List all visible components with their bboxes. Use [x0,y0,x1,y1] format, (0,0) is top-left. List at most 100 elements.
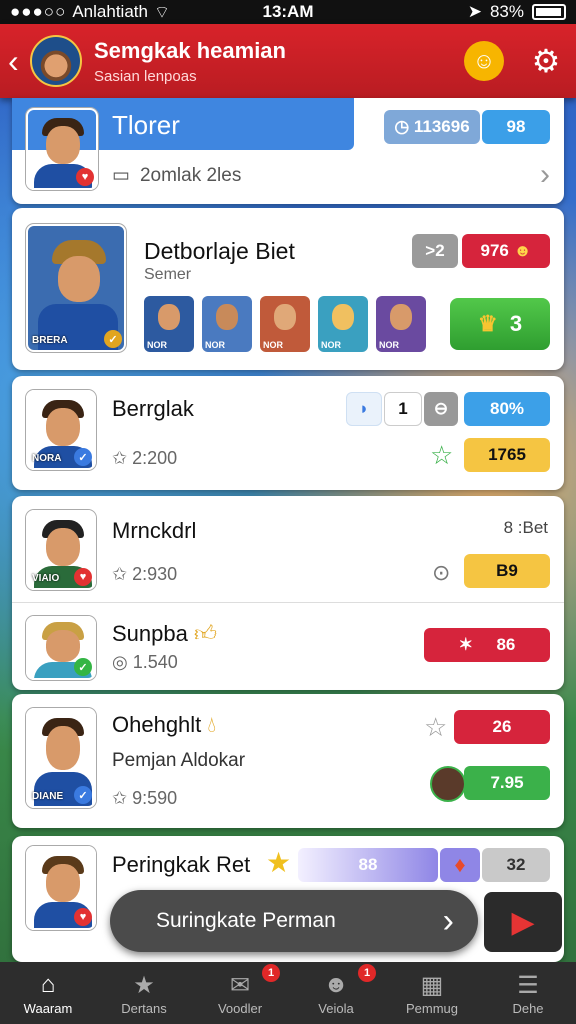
player-avatar: NORA ✓ [26,390,96,470]
settings-button[interactable]: ⚙ [524,41,568,81]
mail-icon: ✉ [229,971,251,999]
bottom-tab-bar: ⌂ Waaram ★ Dertans ✉ 1 Voodler ☻ 1 Veiol… [0,962,576,1024]
player-avatar: VIAIO ♥ [26,510,96,590]
player-score: ✩ 2:930 [112,564,177,585]
tab-label[interactable]: Tlorer [112,110,180,141]
list-item[interactable]: DIANE ✓ Ohehghlt 💧︎ Pemjan Aldokar ✩ 9:5… [12,694,564,828]
avatar-tag: DIANE [32,791,64,802]
avatar-tag: BRERA [32,335,68,346]
heart-icon: ♥ [74,908,92,926]
page-subtitle: Sasian lenpoas [94,67,197,85]
rank-value: 2 [435,241,445,260]
tab-label: Pemmug [405,1000,459,1016]
shield-button[interactable]: ◗ [346,392,382,426]
user-icon: ☺ [472,48,496,73]
cta-label: Suringkate Perman [156,909,336,932]
user-button[interactable]: ☺ [464,41,504,81]
star-outline-icon: ✩ [112,448,133,468]
check-icon: ✓ [74,658,92,676]
team-tag: NOR [147,340,167,350]
details-link-text: 2omlak 2les [139,164,242,186]
profile-avatar[interactable] [30,35,82,87]
tab-label: Dertans [121,1000,167,1016]
mini-avatar[interactable] [430,766,466,802]
gear-icon: ⚙ [531,43,561,79]
clock-icon: ◎ [112,652,133,672]
tab-ranking[interactable]: ★ Dertans [96,962,192,1024]
battery-icon [532,4,566,20]
tab-calendar[interactable]: ▦ Pemmug [384,962,480,1024]
team-tag: NOR [379,340,399,350]
tab-home[interactable]: ⌂ Waaram [0,962,96,1024]
rank-label: 8 :Bet [503,518,548,537]
points-badge: ✶ 86 [424,628,550,662]
player-name: Sunpba 👍︎ [112,620,217,647]
rank-badge: >2 [412,234,458,268]
star-icon: ☆ [430,440,454,470]
team-avatar[interactable]: NOR [144,296,194,352]
back-button[interactable]: ‹ [8,43,30,80]
player-name: Peringkak Ret [112,852,251,877]
player-avatar: ♥ [26,108,98,190]
reward-button[interactable]: ♛ 3 [450,298,550,350]
points-badge: 26 [454,710,550,744]
notification-badge: 1 [358,964,376,982]
team-avatar[interactable]: NOR [260,296,310,352]
list-item[interactable]: NORA ✓ Berrglak ✩ 2:200 ◗ 1 ⊖ 80% ☆ 1765 [12,376,564,490]
team-avatar[interactable]: NOR [202,296,252,352]
star-icon: ★ [133,971,155,999]
team-avatar[interactable]: NOR [318,296,368,352]
tab-label: Waaram [23,1000,73,1016]
divider [12,602,564,603]
drop-icon: 💧︎ [207,712,217,737]
reward-value: 3 [509,311,523,336]
star-icon: ✶ [458,635,473,654]
team-avatars: NOR NOR NOR NOR NOR [144,296,426,352]
count-badge: 1 [384,392,422,426]
play-icon: ▶ [511,905,535,939]
featured-card[interactable]: BRERA ✓ Detborlaje Biet Semer >2 976 ☻ N… [12,208,564,370]
list-group: VIAIO ♥ Mrnckdrl ✩ 2:930 8 :Bet ⊙ B9 ✓ S… [12,496,564,690]
lock-icon: ⊙ [432,560,451,585]
star-outline-icon: ✩ [112,564,133,584]
heart-icon: ♥ [76,168,94,186]
clock: 13:AM [262,2,314,21]
details-link[interactable]: ▭ 2omlak 2les [112,164,241,187]
tab-menu[interactable]: ☰ Dehe [480,962,576,1024]
progress-bar: 88 [298,848,438,882]
tab-label: Dehe [512,1000,544,1016]
team-avatar[interactable]: NOR [376,296,426,352]
value-badge: 32 [482,848,550,882]
play-button[interactable]: ▶ [484,892,562,952]
tab-messages[interactable]: ✉ 1 Voodler [192,962,288,1024]
stat-value: 113696 [413,117,470,136]
app-header: ‹ Semgkak heamian Sasian lenpoas ☺ ⚙ [0,24,576,98]
tab-social[interactable]: ☻ 1 Veiola [288,962,384,1024]
player-avatar: DIANE ✓ [26,708,96,808]
player-score: ✩ 9:590 [112,788,177,809]
score-text: 1.540 [132,652,178,672]
chevron-right-icon[interactable]: › [540,158,550,192]
menu-icon: ☰ [517,971,539,999]
document-icon: ▭ [112,165,130,186]
score-badge: 98 [482,110,550,144]
top-player-card[interactable]: ♥ Tlorer ◷ 113696 98 ▭ 2omlak 2les › [12,98,564,204]
notification-badge: 1 [262,964,280,982]
home-icon: ⌂ [40,970,56,998]
crown-icon: ♛ [477,311,498,336]
points-badge: B9 [464,554,550,588]
points-badge-green: 7.95 [464,766,550,800]
percent-badge: 80% [464,392,550,426]
star-icon: ★ [266,847,292,878]
tab-label: Voodler [217,1000,263,1016]
clock-icon: ◷ [394,117,414,136]
player-name-text: Ohehghlt [112,712,202,737]
cta-button[interactable]: Suringkate Perman › [110,890,478,952]
featured-name: Detborlaje Biet [144,238,295,264]
chevron-right-icon: › [442,901,454,940]
avatar-tag: NORA [32,453,62,464]
avatar-tag: VIAIO [32,573,60,584]
heart-icon: ♥ [74,568,92,586]
team-tag: NOR [205,340,225,350]
score-text: 2:930 [132,564,178,584]
